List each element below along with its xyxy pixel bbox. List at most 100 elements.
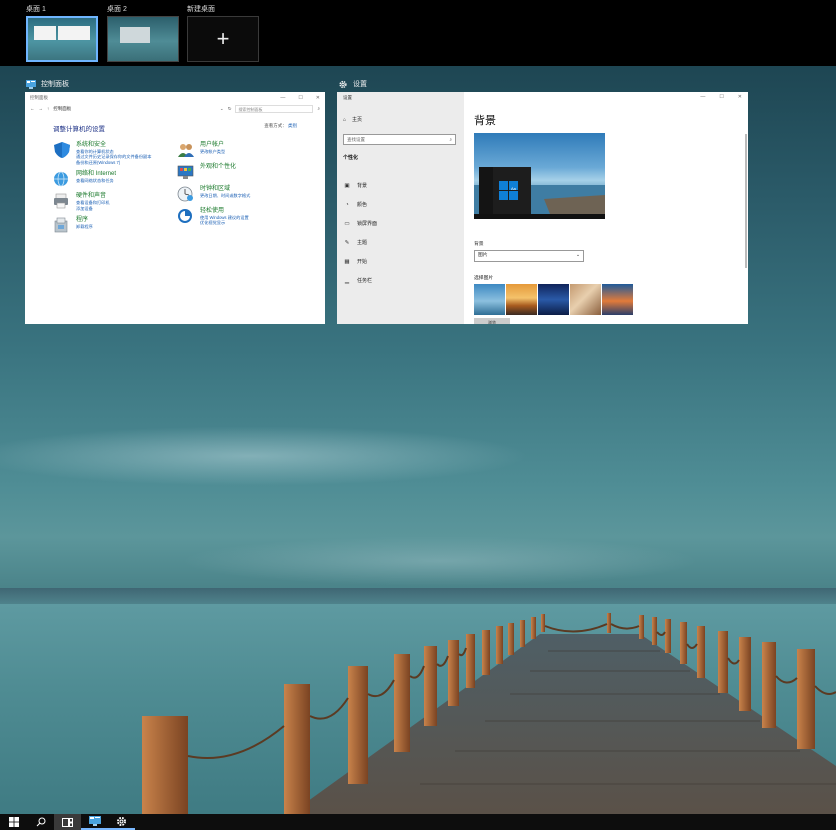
category-link[interactable]: 查看设备和打印机 <box>76 200 110 205</box>
picture-thumbnail[interactable] <box>538 284 569 315</box>
virtual-desktop-1[interactable]: 桌面 1 <box>26 4 98 62</box>
forward-arrow-icon[interactable]: → <box>39 106 44 111</box>
category-link[interactable]: 卸载程序 <box>76 224 93 229</box>
settings-nav-background[interactable]: ▣ 背景 <box>343 176 377 195</box>
view-by-dropdown[interactable]: 类别 <box>288 123 297 128</box>
maximize-icon[interactable]: ☐ <box>298 95 302 101</box>
window-controls: — ☐ ✕ <box>280 95 320 101</box>
image-icon: ▣ <box>344 182 350 189</box>
brush-icon: ✎ <box>344 239 350 246</box>
category-title[interactable]: 外观和个性化 <box>200 164 236 171</box>
settings-nav-themes[interactable]: ✎ 主题 <box>343 233 377 252</box>
settings-nav-label: 锁屏界面 <box>357 221 378 227</box>
preview-desktop <box>474 167 605 219</box>
appearance-icon <box>177 165 194 179</box>
close-icon[interactable]: ✕ <box>738 94 742 100</box>
up-arrow-icon[interactable]: ↑ <box>47 106 49 111</box>
virtual-desktop-2[interactable]: 桌面 2 <box>107 4 179 62</box>
network-icon <box>54 171 68 187</box>
settings-nav-lock-screen[interactable]: ▭ 锁屏界面 <box>343 214 377 233</box>
back-arrow-icon[interactable]: ← <box>30 106 35 111</box>
palette-icon: ◔ <box>345 201 349 208</box>
search-input[interactable]: 搜索控制面板 <box>235 104 314 113</box>
settings-nav-label: 开始 <box>357 259 368 265</box>
settings-nav-label: 颜色 <box>357 202 368 208</box>
picture-thumbnail[interactable] <box>570 284 601 315</box>
search-icon <box>36 817 45 827</box>
picture-thumbnail[interactable] <box>602 284 633 315</box>
virtual-desktop-thumbnail[interactable] <box>26 16 98 62</box>
taskbar-settings[interactable] <box>108 814 135 830</box>
ease-of-access-icon <box>178 209 192 223</box>
close-icon[interactable]: ✕ <box>316 95 320 101</box>
category-title[interactable]: 系统和安全 <box>76 142 151 149</box>
category-link[interactable]: 查看网络状态和任务 <box>76 178 116 183</box>
search-button[interactable] <box>27 814 54 830</box>
settings-nav-colors[interactable]: ◔ 颜色 <box>343 195 377 214</box>
address-path[interactable]: 控制面板 <box>53 106 216 112</box>
settings-app-title: 设置 <box>343 95 352 100</box>
category-title[interactable]: 程序 <box>76 217 93 224</box>
settings-nav-label: 背景 <box>357 183 368 189</box>
control-panel-window[interactable]: 控制面板 — ☐ ✕ ← → ↑ 控制面板 ⌄ ↻ 搜索控制面板 ⌕ 调整计算机… <box>25 92 325 324</box>
window-controls: — ☐ ✕ <box>700 94 742 100</box>
control-panel-icon <box>26 79 36 89</box>
chevron-down-icon[interactable]: ⌄ <box>220 106 224 112</box>
window-caption-settings[interactable]: 设置 <box>338 78 367 90</box>
category-appearance[interactable]: 外观和个性化 <box>177 164 301 180</box>
category-link[interactable]: 更改日期、时间或数字格式 <box>200 193 250 198</box>
new-desktop[interactable]: 新建桌面 + <box>187 4 259 62</box>
settings-nav-start[interactable]: ▦ 开始 <box>343 252 377 271</box>
view-by-label: 查看方式： <box>264 123 287 128</box>
home-icon: ⌂ <box>343 116 347 123</box>
settings-home-label: 主页 <box>352 117 363 123</box>
task-view-button[interactable] <box>54 814 81 830</box>
virtual-desktop-label: 桌面 2 <box>107 6 127 13</box>
new-desktop-button[interactable]: + <box>187 16 259 62</box>
settings-window[interactable]: 设置 ⌂ 主页 查找设置 ⌕ 个性化 ▣ 背景 ◔ 颜色 ▭ 锁屏界面 ✎ 主题… <box>337 92 748 324</box>
settings-nav-label: 主题 <box>357 240 368 246</box>
window-caption-control-panel[interactable]: 控制面板 <box>26 78 69 90</box>
start-icon: ▦ <box>344 258 350 265</box>
category-link[interactable]: 添加设备 <box>76 206 110 211</box>
category-title[interactable]: 用户帐户 <box>200 142 225 149</box>
category-programs[interactable]: 程序 卸载程序 <box>53 217 177 233</box>
category-title[interactable]: 时钟和区域 <box>200 186 250 193</box>
minimize-icon[interactable]: — <box>700 94 705 100</box>
settings-search-input[interactable]: 查找设置 ⌕ <box>343 134 456 145</box>
category-hardware-sound[interactable]: 硬件和声音 查看设备和打印机 添加设备 <box>53 193 177 211</box>
scrollbar[interactable] <box>745 134 747 268</box>
category-ease-of-access[interactable]: 轻松使用 使用 Windows 建议的设置 优化视觉显示 <box>177 208 301 226</box>
picture-thumbnail[interactable] <box>506 284 537 315</box>
category-link[interactable]: 优化视觉显示 <box>200 220 249 225</box>
category-link[interactable]: 更改帐户类型 <box>200 149 225 154</box>
category-title[interactable]: 轻松使用 <box>200 208 249 215</box>
start-button[interactable] <box>0 814 27 830</box>
browse-button[interactable]: 浏览 <box>474 318 510 324</box>
category-user-accounts[interactable]: 用户帐户 更改帐户类型 <box>177 142 301 158</box>
category-network[interactable]: 网络和 Internet 查看网络状态和任务 <box>53 171 177 187</box>
category-link[interactable]: 备份和还原(Windows 7) <box>76 160 151 165</box>
settings-nav-taskbar[interactable]: ▁ 任务栏 <box>343 271 377 290</box>
minimize-icon[interactable]: — <box>280 95 285 101</box>
virtual-desktop-thumbnail[interactable] <box>107 16 179 62</box>
settings-home-link[interactable]: ⌂ 主页 <box>343 116 363 124</box>
address-bar: ← → ↑ 控制面板 ⌄ ↻ 搜索控制面板 ⌕ <box>25 103 325 114</box>
settings-nav-label: 任务栏 <box>357 278 373 284</box>
background-type-dropdown[interactable]: 图片 ⌄ <box>474 250 584 262</box>
window-caption-title: 设置 <box>353 81 367 88</box>
gear-icon <box>117 816 126 826</box>
search-icon: ⌕ <box>449 137 452 142</box>
taskbar-icon: ▁ <box>344 277 350 284</box>
taskbar-control-panel[interactable] <box>81 814 108 830</box>
picture-thumbnail[interactable] <box>474 284 505 315</box>
choose-picture-label: 选择图片 <box>474 276 494 281</box>
maximize-icon[interactable]: ☐ <box>719 94 723 100</box>
page-title: 背景 <box>474 115 496 127</box>
category-clock-region[interactable]: 时钟和区域 更改日期、时间或数字格式 <box>177 186 301 202</box>
search-icon: ⌕ <box>317 106 320 111</box>
refresh-icon[interactable]: ↻ <box>228 106 232 112</box>
new-desktop-label: 新建桌面 <box>187 6 215 13</box>
title-bar: 控制面板 — ☐ ✕ <box>25 92 325 103</box>
category-system-security[interactable]: 系统和安全 查看你的计算机状态 通过文件历史记录保存你的文件备份副本 备份和还原… <box>53 142 177 165</box>
